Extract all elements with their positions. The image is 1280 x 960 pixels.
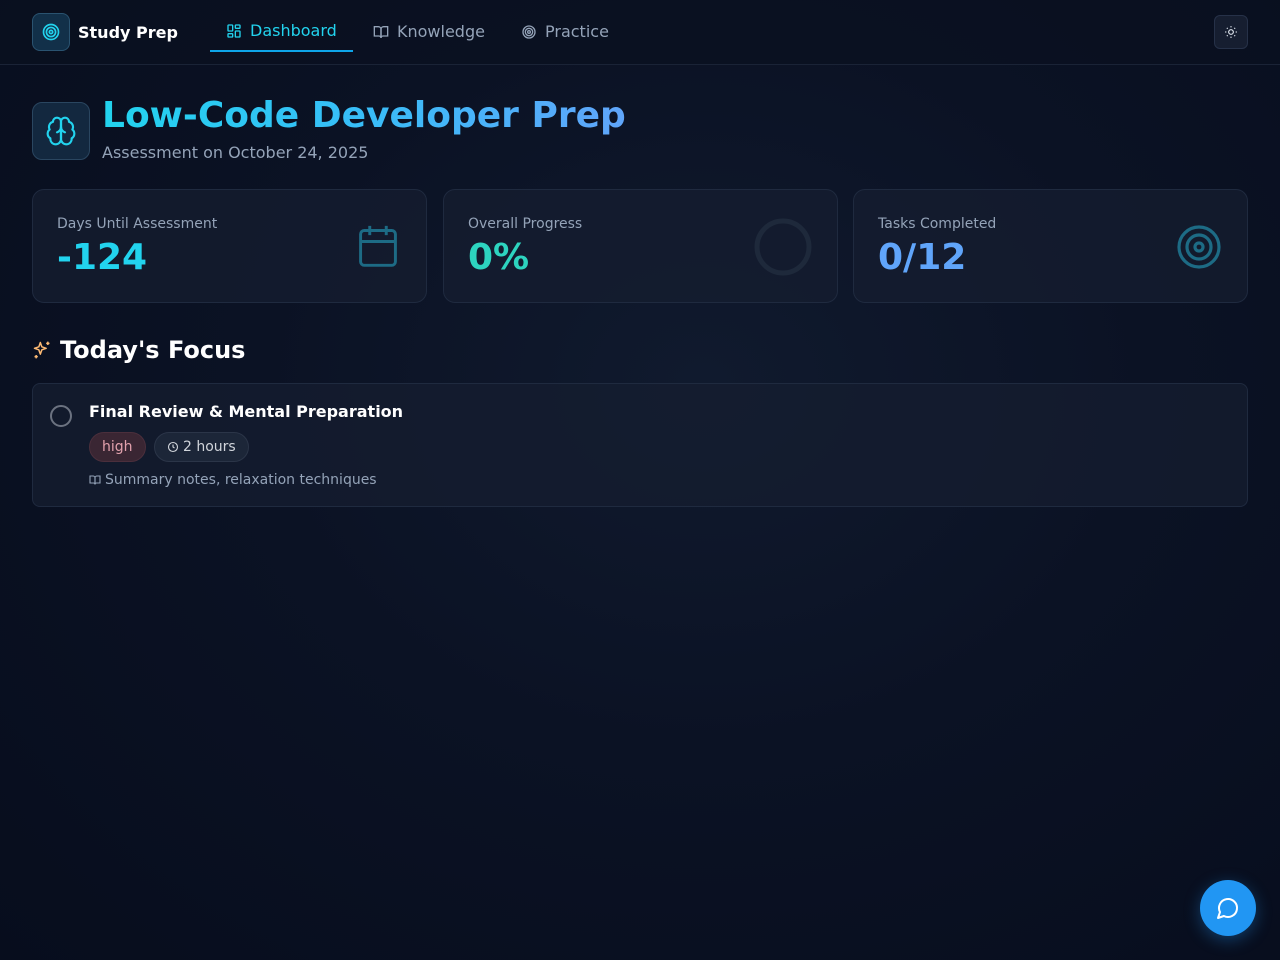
task-complete-checkbox[interactable] [50,405,72,427]
tab-practice-label: Practice [545,22,609,41]
resources-text: Summary notes, relaxation techniques [105,472,377,488]
stat-card-days: Days Until Assessment -124 [32,189,427,303]
stat-label: Overall Progress [468,216,583,232]
target-icon [1177,225,1221,269]
target-icon [522,24,536,39]
tab-practice[interactable]: Practice [505,11,625,52]
sparkles-icon [33,341,50,359]
tab-knowledge[interactable]: Knowledge [357,11,501,52]
task-title: Final Review & Mental Preparation [89,402,404,421]
clock-icon [167,441,179,453]
todays-focus-heading: Today's Focus [32,336,245,364]
section-title: Today's Focus [60,336,246,364]
page-subtitle: Assessment on October 24, 2025 [102,143,369,162]
stat-value: 0/12 [878,237,967,278]
duration-label: 2 hours [183,439,236,455]
book-open-icon [373,25,389,38]
theme-toggle-button[interactable] [1214,15,1248,49]
stat-label: Days Until Assessment [57,216,218,232]
top-navbar: Study Prep Dashboard Knowledge Practice [0,0,1280,65]
tab-dashboard[interactable]: Dashboard [210,11,353,52]
task-resources: Summary notes, relaxation techniques [89,472,377,488]
brand[interactable]: Study Prep [32,13,178,51]
priority-label: high [102,439,133,455]
duration-badge: 2 hours [154,432,249,462]
stat-card-tasks: Tasks Completed 0/12 [853,189,1248,303]
app-name: Study Prep [78,22,178,42]
priority-badge: high [89,432,146,462]
book-open-icon [89,475,101,485]
task-card: Final Review & Mental Preparation high 2… [32,383,1248,507]
brain-icon [32,102,90,160]
target-icon [32,13,70,51]
sun-icon [1225,26,1237,38]
progress-ring-icon [754,218,812,276]
tab-dashboard-label: Dashboard [250,21,337,40]
stat-card-progress: Overall Progress 0% [443,189,838,303]
chat-button[interactable] [1200,880,1256,936]
chat-bubble-icon [1217,898,1238,919]
tab-knowledge-label: Knowledge [397,22,485,41]
calendar-icon [359,225,397,267]
stat-value: 0% [468,237,530,278]
dashboard-grid-icon [227,23,241,38]
stat-label: Tasks Completed [878,216,997,232]
page-title: Low-Code Developer Prep [102,95,626,136]
stat-value: -124 [57,237,148,278]
